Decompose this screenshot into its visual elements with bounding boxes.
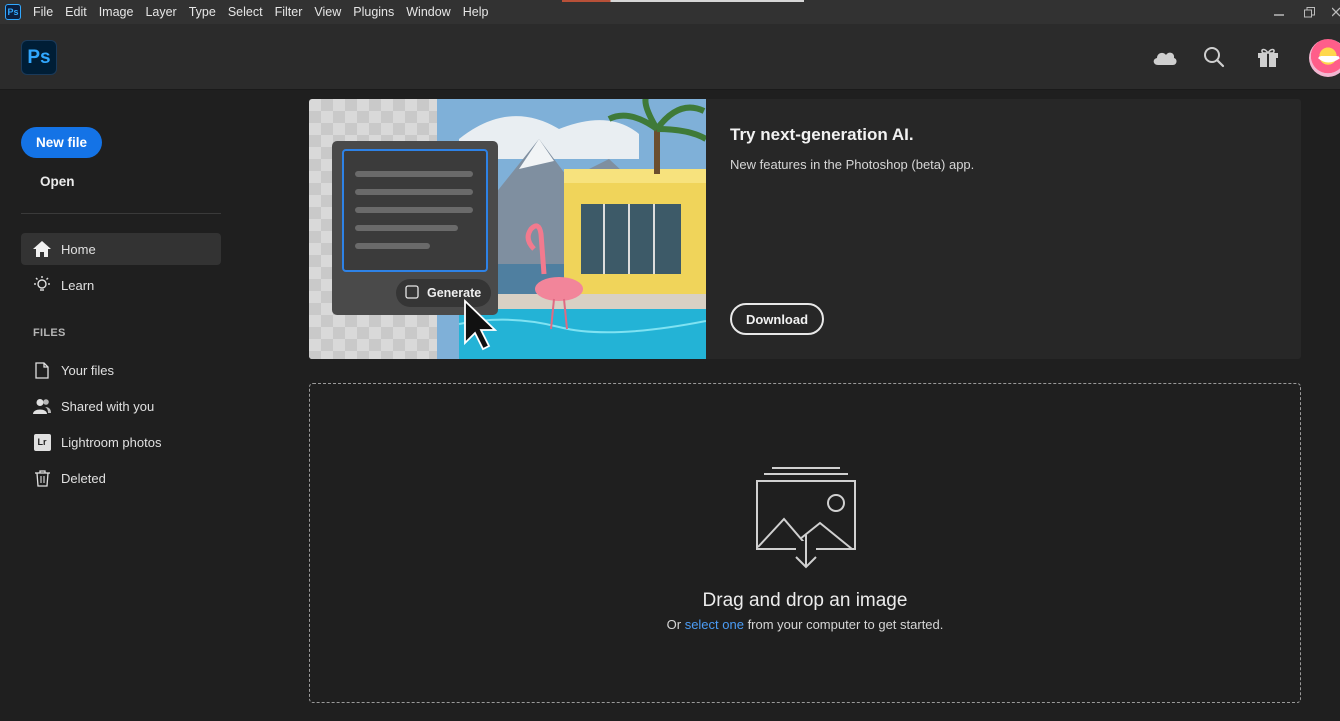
- sidebar-item-shared[interactable]: Shared with you: [21, 390, 221, 422]
- lightroom-badge: Lr: [33, 433, 51, 451]
- menu-edit[interactable]: Edit: [59, 0, 93, 24]
- title-accent-strip: [562, 0, 804, 2]
- close-icon[interactable]: [1324, 0, 1340, 24]
- menu-help[interactable]: Help: [457, 0, 495, 24]
- sidebar-item-label: Home: [61, 241, 96, 257]
- menu-filter[interactable]: Filter: [269, 0, 309, 24]
- sidebar-item-lightroom[interactable]: Lr Lightroom photos: [21, 426, 221, 458]
- menu-bar: Ps File Edit Image Layer Type Select Fil…: [0, 0, 1340, 24]
- menu-file[interactable]: File: [27, 0, 59, 24]
- drop-zone-title: Drag and drop an image: [702, 590, 908, 611]
- banner-subtitle: New features in the Photoshop (beta) app…: [730, 157, 975, 172]
- sidebar-item-label: Lightroom photos: [61, 434, 162, 450]
- generate-button: Generate: [427, 286, 482, 300]
- promo-banner: Generate Try next-generation AI. New fea…: [309, 99, 1301, 359]
- new-file-button[interactable]: New file: [21, 127, 102, 158]
- cloud-icon[interactable]: [1152, 44, 1178, 70]
- drop-zone-subtitle: Or select one from your computer to get …: [310, 617, 1300, 632]
- sidebar: New file Open Home Learn FILES Your file…: [0, 91, 245, 721]
- restore-icon[interactable]: [1294, 0, 1324, 24]
- sidebar-divider: [21, 213, 221, 214]
- window-controls: [1264, 0, 1340, 24]
- sidebar-item-label: Deleted: [61, 470, 106, 486]
- sidebar-item-label: Shared with you: [61, 398, 155, 414]
- menu-select[interactable]: Select: [222, 0, 269, 24]
- drop-zone[interactable]: Drag and drop an image Or select one fro…: [309, 383, 1301, 703]
- sidebar-item-label: Your files: [61, 362, 114, 378]
- banner-title: Try next-generation AI.: [730, 125, 914, 144]
- document-icon: [32, 360, 52, 380]
- sidebar-item-label: Learn: [61, 277, 95, 293]
- menu-plugins[interactable]: Plugins: [347, 0, 400, 24]
- lightroom-icon: Lr: [32, 432, 52, 452]
- avatar[interactable]: [1309, 39, 1340, 77]
- gift-icon[interactable]: [1255, 44, 1281, 70]
- trash-icon: [32, 468, 52, 488]
- menu-image[interactable]: Image: [93, 0, 140, 24]
- promo-image: Generate: [309, 99, 706, 359]
- drop-zone-sub-prefix: Or: [666, 617, 685, 632]
- open-button[interactable]: Open: [40, 174, 75, 189]
- photoshop-logo[interactable]: Ps: [21, 40, 57, 75]
- sidebar-item-learn[interactable]: Learn: [21, 269, 221, 301]
- image-upload-icon: [756, 467, 856, 576]
- users-icon: [32, 396, 52, 416]
- drop-zone-sub-suffix: from your computer to get started.: [743, 617, 944, 632]
- home-icon: [32, 239, 52, 259]
- menu-view[interactable]: View: [308, 0, 347, 24]
- menu-window[interactable]: Window: [400, 0, 456, 24]
- sidebar-item-your-files[interactable]: Your files: [21, 354, 221, 386]
- app-header: Ps: [0, 24, 1340, 90]
- lightbulb-icon: [32, 275, 52, 295]
- files-section-label: FILES: [33, 327, 66, 339]
- sidebar-item-home[interactable]: Home: [21, 233, 221, 265]
- photoshop-app-icon: Ps: [5, 4, 21, 20]
- minimize-icon[interactable]: [1264, 0, 1294, 24]
- sidebar-item-deleted[interactable]: Deleted: [21, 462, 221, 494]
- download-button[interactable]: Download: [730, 303, 824, 335]
- select-file-link[interactable]: select one: [685, 617, 744, 632]
- search-icon[interactable]: [1201, 44, 1227, 70]
- menu-type[interactable]: Type: [183, 0, 222, 24]
- menu-layer[interactable]: Layer: [139, 0, 182, 24]
